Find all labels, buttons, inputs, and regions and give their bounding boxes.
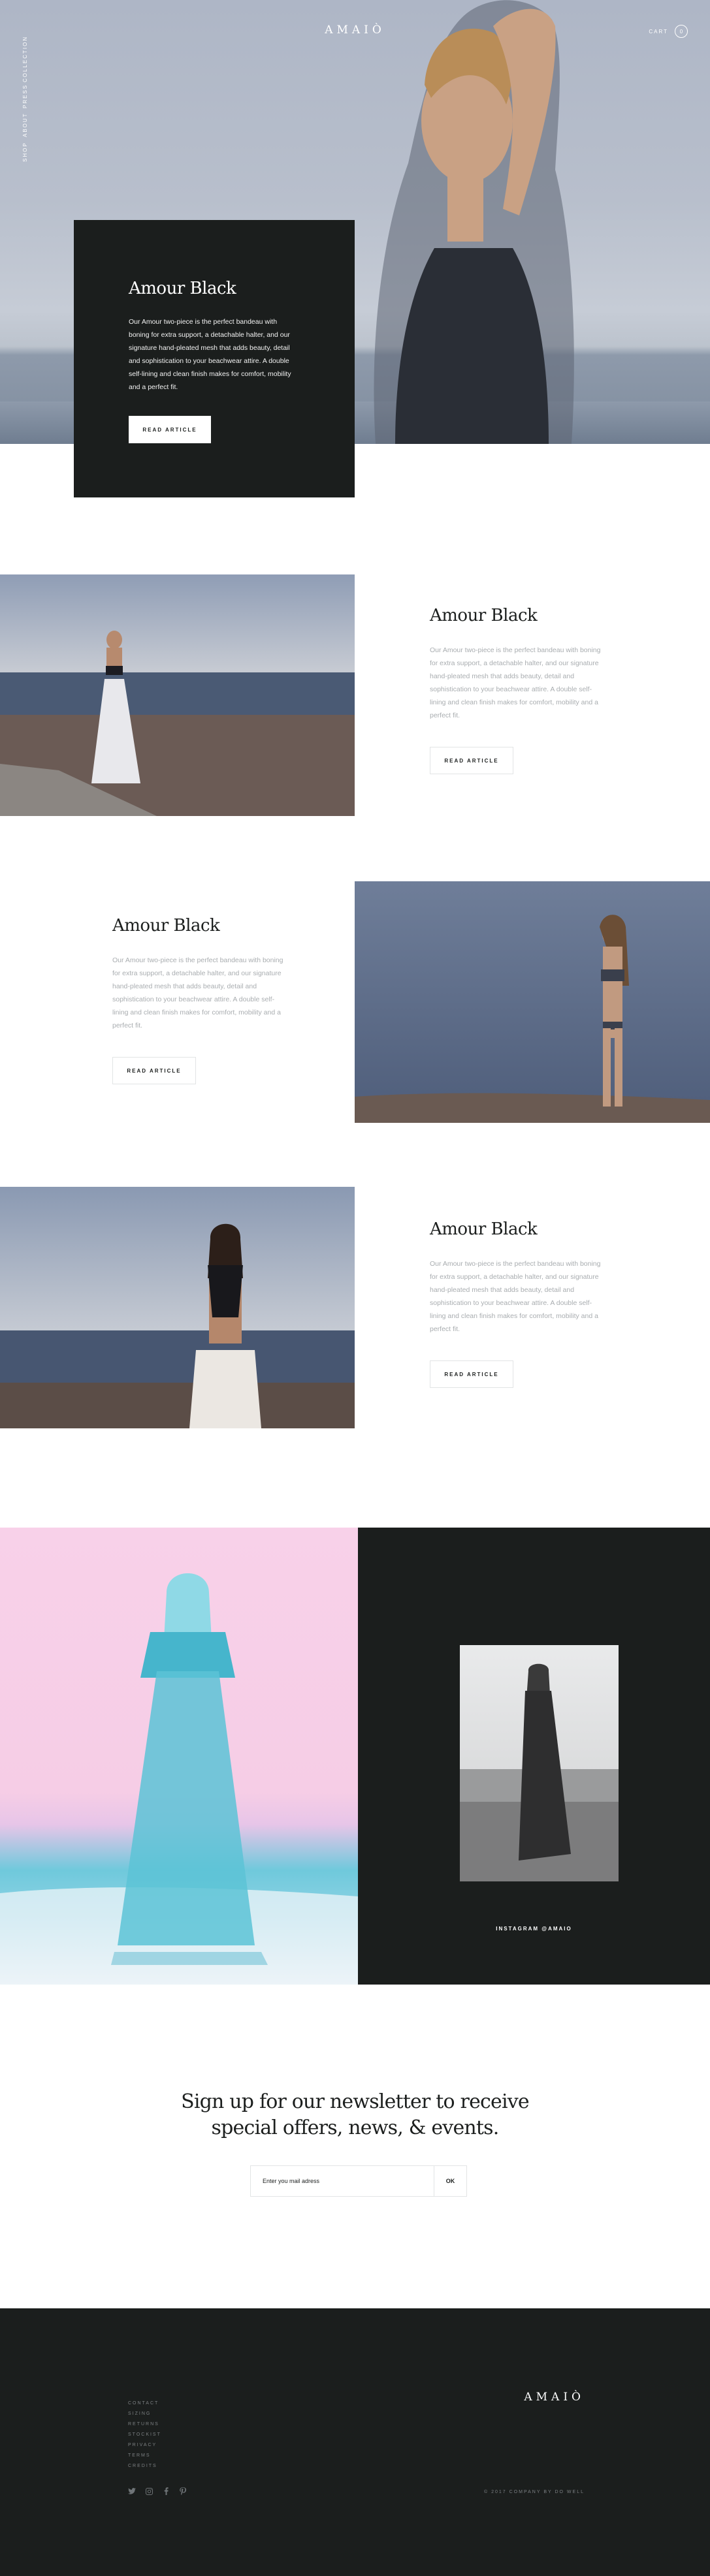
instagram-icon[interactable] (145, 2487, 153, 2495)
twitter-icon[interactable] (128, 2487, 136, 2495)
footer-links: CONTACT SIZING RETURNS STOCKIST PRIVACY … (128, 2398, 161, 2472)
footer-link-terms[interactable]: TERMS (128, 2451, 161, 2461)
article-2-text: Amour Black Our Amour two-piece is the p… (112, 916, 289, 1084)
cart-button[interactable]: CART 0 (649, 25, 688, 38)
newsletter-email-input[interactable] (251, 2166, 434, 2196)
article-1-body: Our Amour two-piece is the perfect bande… (430, 646, 601, 719)
nav-item-about[interactable]: ABOUT (22, 112, 28, 137)
article-1-text: Amour Black Our Amour two-piece is the p… (430, 606, 606, 774)
footer-link-returns[interactable]: RETURNS (128, 2419, 161, 2430)
footer-link-privacy[interactable]: PRIVACY (128, 2440, 161, 2451)
article-3-read-button[interactable]: READ ARTICLE (430, 1360, 513, 1388)
article-3-title: Amour Black (430, 1219, 538, 1239)
hero-body: Our Amour two-piece is the perfect bande… (129, 318, 291, 391)
article-2-read-button[interactable]: READ ARTICLE (112, 1057, 196, 1084)
pinterest-icon[interactable] (179, 2487, 187, 2495)
brand-logo[interactable]: AMAIÒ (0, 24, 710, 37)
instagram-photo[interactable] (460, 1645, 619, 1881)
facebook-icon[interactable] (162, 2487, 170, 2495)
social-links (128, 2487, 187, 2495)
article-2-body: Our Amour two-piece is the perfect bande… (112, 956, 283, 1029)
article-3-image[interactable] (0, 1187, 355, 1428)
vertical-nav: SHOP ABOUT PRESS COLLECTION (22, 31, 35, 162)
cart-label: CART (649, 28, 668, 35)
article-3-text: Amour Black Our Amour two-piece is the p… (430, 1219, 606, 1388)
instagram-handle-link[interactable]: INSTAGRAM @AMAIO (358, 1926, 710, 1932)
newsletter-section: Sign up for our newsletter to receive sp… (0, 1985, 710, 2308)
article-2-title: Amour Black (112, 916, 220, 935)
article-3-body: Our Amour two-piece is the perfect bande… (430, 1260, 601, 1333)
cart-count-badge: 0 (675, 25, 688, 38)
article-1-image[interactable] (0, 574, 355, 816)
newsletter-submit-button[interactable]: OK (434, 2166, 466, 2196)
hero-title: Amour Black (129, 279, 236, 298)
newsletter-title-line-2: special offers, news, & events. (211, 2116, 499, 2139)
hero-read-article-button[interactable]: READ ARTICLE (129, 416, 211, 443)
nav-item-collection[interactable]: COLLECTION (22, 36, 28, 82)
footer-link-credits[interactable]: CREDITS (128, 2461, 161, 2472)
nav-item-shop[interactable]: SHOP (22, 142, 28, 162)
footer-brand-logo[interactable]: AMAIÒ (524, 2391, 585, 2404)
footer-link-sizing[interactable]: SIZING (128, 2409, 161, 2419)
copyright-text: © 2017 COMPANY BY DO WELL (484, 2490, 585, 2494)
instagram-panel: INSTAGRAM @AMAIO (358, 1528, 710, 1985)
footer-link-contact[interactable]: CONTACT (128, 2398, 161, 2409)
nav-item-press[interactable]: PRESS (22, 84, 28, 108)
footer-link-stockist[interactable]: STOCKIST (128, 2430, 161, 2440)
article-1-title: Amour Black (430, 606, 538, 625)
article-1-read-button[interactable]: READ ARTICLE (430, 747, 513, 774)
article-2-image[interactable] (355, 881, 710, 1123)
hero-article-card: Amour Black Our Amour two-piece is the p… (74, 220, 355, 497)
newsletter-title-line-1: Sign up for our newsletter to receive (181, 2090, 530, 2113)
footer: CONTACT SIZING RETURNS STOCKIST PRIVACY … (0, 2308, 710, 2576)
newsletter-form: OK (250, 2165, 467, 2197)
newsletter-title: Sign up for our newsletter to receive sp… (0, 2089, 710, 2141)
instagram-feature-image[interactable] (0, 1528, 358, 1985)
